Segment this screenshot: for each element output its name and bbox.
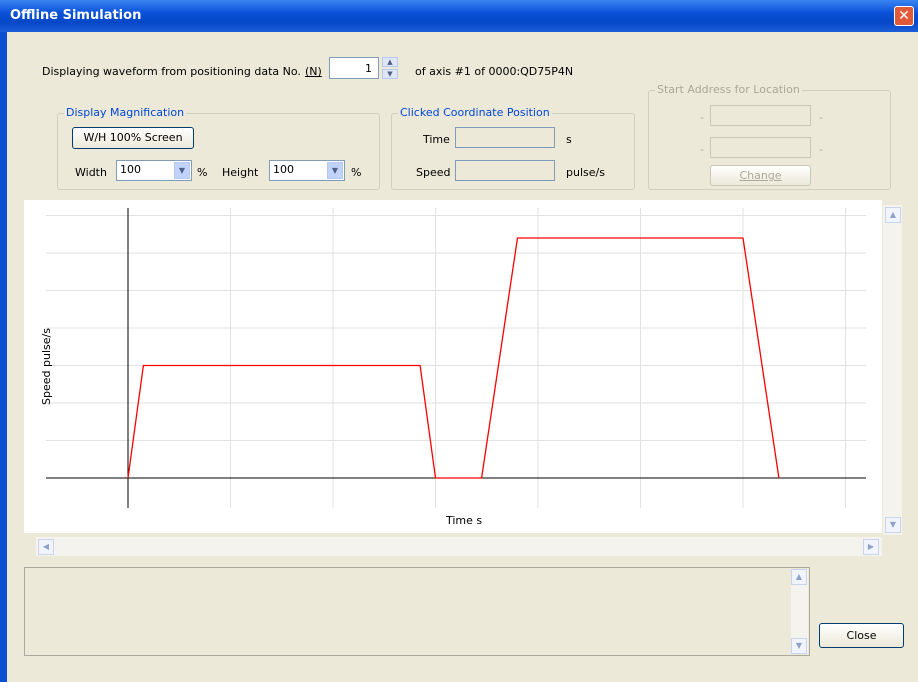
- waveform-series-line: [127, 237, 780, 479]
- horizontal-scrollbar[interactable]: ◀ ▶: [36, 537, 882, 556]
- scroll-left-icon[interactable]: ◀: [38, 539, 54, 555]
- waveform-plot[interactable]: [24, 200, 882, 533]
- waveform-chart[interactable]: Time s Speed pulse/s: [24, 200, 882, 533]
- height-label: Height: [222, 166, 259, 179]
- start-address-field-1: [710, 105, 811, 126]
- start-address-field-2: [710, 137, 811, 158]
- address-dash-left-2: -: [700, 143, 704, 156]
- width-value: 100: [120, 163, 141, 176]
- scroll-right-icon[interactable]: ▶: [863, 539, 879, 555]
- close-button[interactable]: Close: [819, 623, 904, 648]
- y-axis-label: Speed pulse/s: [39, 328, 53, 405]
- chevron-down-icon[interactable]: ▼: [327, 162, 343, 179]
- height-percent: %: [351, 166, 362, 179]
- message-scroll-down-icon[interactable]: ▼: [791, 638, 807, 654]
- title-bar: Offline Simulation ✕: [0, 0, 918, 32]
- width-percent: %: [197, 166, 208, 179]
- address-dash-right-1: -: [819, 111, 823, 124]
- message-scrollbar[interactable]: ▲ ▼: [791, 569, 808, 654]
- speed-field: [455, 160, 555, 181]
- data-no-label: Displaying waveform from positioning dat…: [42, 65, 301, 78]
- clicked-coordinate-title: Clicked Coordinate Position: [398, 106, 552, 119]
- data-no-value: 1: [365, 62, 372, 75]
- scroll-down-icon[interactable]: ▼: [885, 517, 901, 533]
- data-no-input[interactable]: 1: [329, 57, 379, 79]
- spin-down-icon[interactable]: ▼: [382, 69, 398, 79]
- window-title: Offline Simulation: [10, 8, 142, 23]
- axis-label: of axis #1 of 0000:QD75P4N: [415, 65, 574, 78]
- start-address-title: Start Address for Location: [655, 83, 802, 96]
- address-dash-right-2: -: [819, 143, 823, 156]
- address-dash-left-1: -: [700, 111, 704, 124]
- message-area[interactable]: ▲ ▼: [24, 567, 810, 656]
- x-axis-label: Time s: [446, 514, 483, 527]
- chevron-down-icon[interactable]: ▼: [174, 162, 190, 179]
- time-field: [455, 127, 555, 148]
- height-select[interactable]: 100 ▼: [269, 160, 345, 181]
- wh-100-screen-button[interactable]: W/H 100% Screen: [72, 127, 194, 149]
- vertical-scrollbar[interactable]: ▲ ▼: [883, 205, 902, 535]
- time-unit: s: [566, 133, 572, 146]
- data-no-spinner[interactable]: ▲ ▼: [382, 57, 398, 79]
- message-scroll-up-icon[interactable]: ▲: [791, 569, 807, 585]
- data-no-shortcut: (N): [305, 65, 322, 78]
- spin-up-icon[interactable]: ▲: [382, 57, 398, 67]
- window-close-icon[interactable]: ✕: [894, 6, 914, 26]
- time-label: Time: [423, 133, 450, 146]
- display-magnification-title: Display Magnification: [64, 106, 187, 119]
- speed-label: Speed: [416, 166, 451, 179]
- scroll-up-icon[interactable]: ▲: [885, 207, 901, 223]
- height-value: 100: [273, 163, 294, 176]
- window-frame-left: [0, 32, 7, 682]
- width-label: Width: [75, 166, 107, 179]
- width-select[interactable]: 100 ▼: [116, 160, 192, 181]
- change-button[interactable]: Change: [710, 165, 811, 186]
- speed-unit: pulse/s: [566, 166, 605, 179]
